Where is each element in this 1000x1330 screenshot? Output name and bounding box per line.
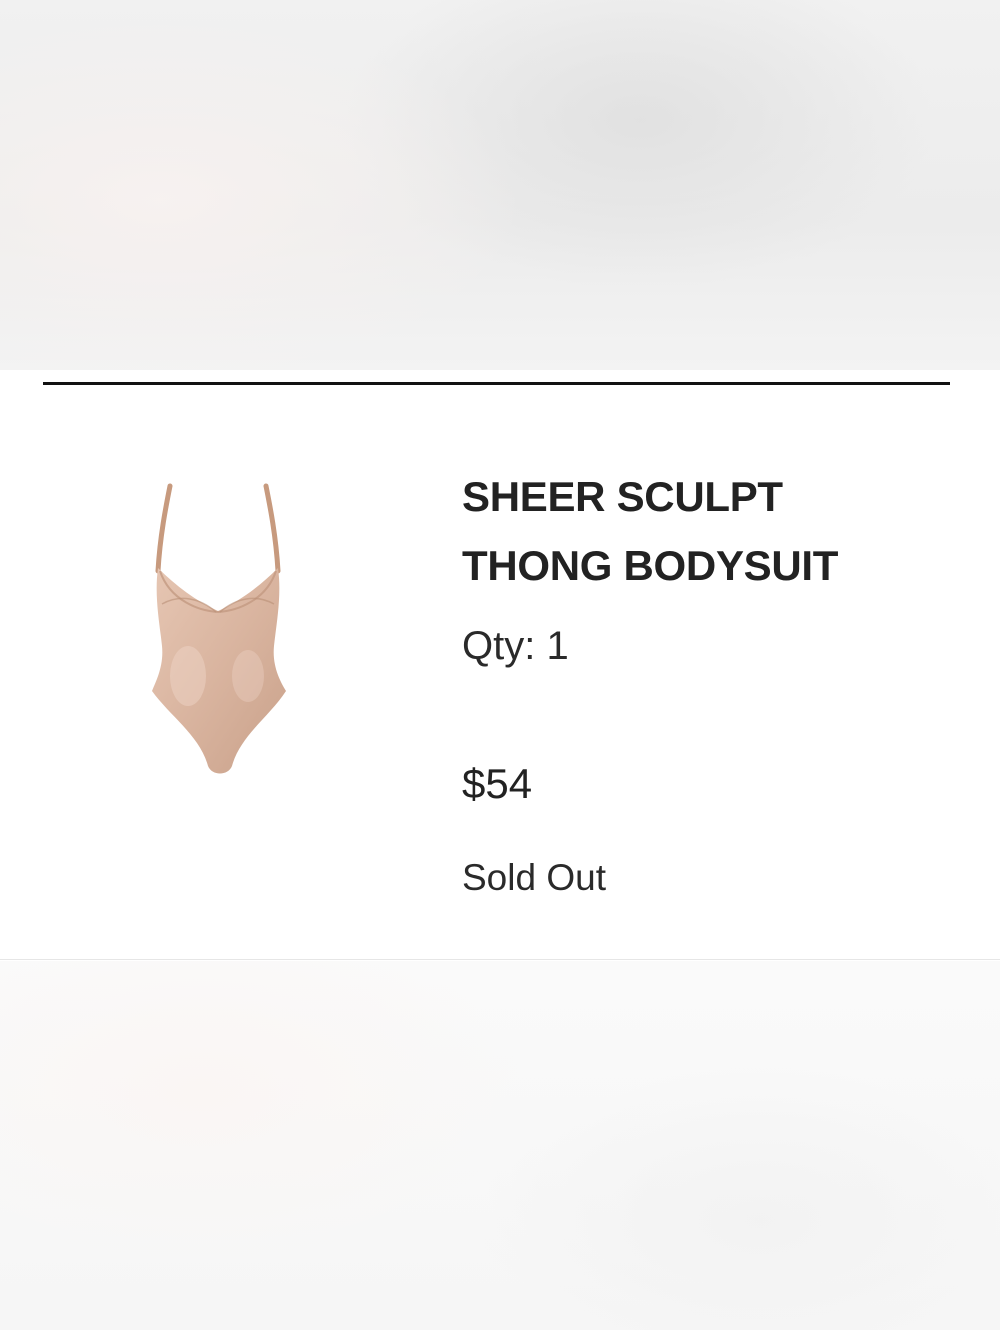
product-title[interactable]: SHEER SCULPT THONG BODYSUIT xyxy=(462,462,962,600)
section-divider-bottom xyxy=(0,959,1000,960)
product-title-line2: THONG BODYSUIT xyxy=(462,542,839,589)
product-image[interactable] xyxy=(130,476,310,786)
product-title-line1: SHEER SCULPT xyxy=(462,473,783,520)
blurred-background-top xyxy=(0,0,1000,370)
bodysuit-icon xyxy=(152,483,286,774)
quantity-label: Qty: xyxy=(462,624,536,668)
blurred-background-bottom xyxy=(0,961,1000,1330)
stock-status: Sold Out xyxy=(462,857,606,898)
quantity: Qty: 1 xyxy=(462,624,569,669)
section-divider xyxy=(43,382,950,385)
cart-item[interactable]: SHEER SCULPT THONG BODYSUIT Qty: 1 $54 S… xyxy=(0,386,1000,959)
product-price: $54 xyxy=(462,760,533,807)
quantity-value: 1 xyxy=(546,624,569,668)
